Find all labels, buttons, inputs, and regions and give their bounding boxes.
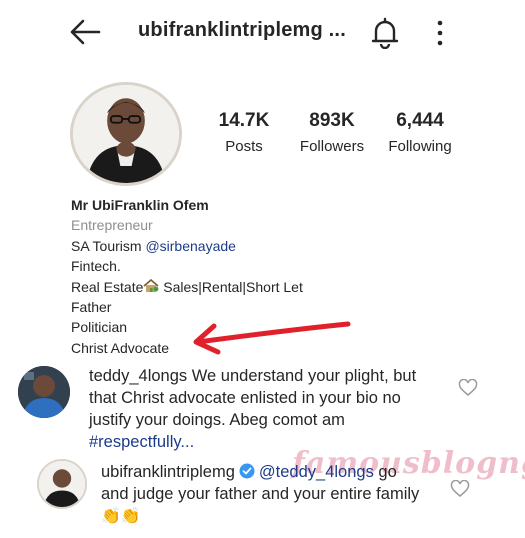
comment-1-username[interactable]: teddy_4longs xyxy=(89,367,187,385)
following-label: Following xyxy=(388,138,452,155)
bio-line-real-estate: Real Estate Sales|Rental|Short Let xyxy=(71,277,491,297)
bio-line-father: Father xyxy=(71,299,112,316)
heart-outline-icon[interactable] xyxy=(450,480,470,498)
clapping-hands-emoji: 👏👏 xyxy=(101,508,141,525)
red-annotation-arrow xyxy=(193,321,351,355)
bio-line-real-estate-suffix: Sales|Rental|Short Let xyxy=(159,278,303,295)
comment-1: teddy_4longs We understand your plight, … xyxy=(89,365,439,453)
stat-following[interactable]: 6,444 Following xyxy=(384,110,456,155)
comment-2-mention[interactable]: @teddy_4longs xyxy=(259,463,374,481)
more-vertical-icon[interactable] xyxy=(430,18,450,48)
commenter-avatar[interactable] xyxy=(18,366,70,418)
comment-2-username[interactable]: ubifranklintriplemg xyxy=(101,463,235,481)
comment-2: ubifranklintriplemg @teddy_4longs go and … xyxy=(101,461,421,528)
followers-label: Followers xyxy=(299,138,365,155)
arrow-left-icon[interactable] xyxy=(68,18,102,46)
bio-line-tourism: SA Tourism @sirbenayade xyxy=(71,236,491,256)
followers-count: 893K xyxy=(309,110,355,131)
reply-author-avatar[interactable] xyxy=(37,459,87,509)
bio-mention-link[interactable]: @sirbenayade xyxy=(145,238,236,254)
posts-count: 14.7K xyxy=(218,110,270,131)
bio-line-real-estate-text: Real Estate xyxy=(71,278,144,295)
stat-posts[interactable]: 14.7K Posts xyxy=(214,110,274,155)
profile-photo xyxy=(73,85,179,183)
following-count: 6,444 xyxy=(396,110,444,131)
top-bar: ubifranklintriplemg ... xyxy=(0,0,525,64)
posts-label: Posts xyxy=(225,138,263,155)
verified-badge-icon xyxy=(239,463,255,479)
profile-avatar[interactable] xyxy=(70,82,182,186)
profile-handle: ubifranklintriplemg ... xyxy=(138,19,346,41)
bell-icon[interactable] xyxy=(370,17,400,49)
stat-followers[interactable]: 893K Followers xyxy=(296,110,368,155)
heart-outline-icon[interactable] xyxy=(458,379,478,397)
comment-1-hashtag[interactable]: #respectfully... xyxy=(89,433,194,451)
profile-category: Entrepreneur xyxy=(71,217,153,234)
bio-line-fintech: Fintech. xyxy=(71,258,121,275)
house-emoji-icon xyxy=(143,278,159,292)
profile-name: Mr UbiFranklin Ofem xyxy=(71,197,209,213)
bio-line-tourism-text: SA Tourism xyxy=(71,237,146,254)
